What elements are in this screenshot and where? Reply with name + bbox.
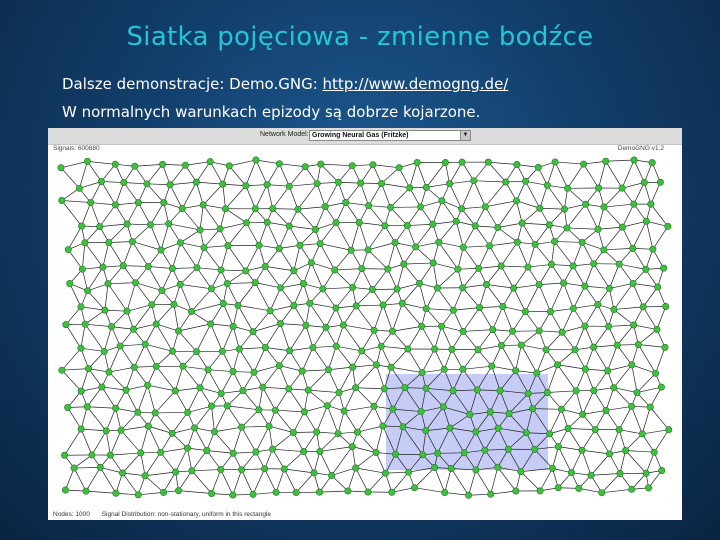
signal-region <box>386 374 548 470</box>
status-bar: Nodes: 1000 Signal Distribution: non-sta… <box>53 511 281 518</box>
network-canvas[interactable] <box>48 128 682 520</box>
slide-title: Siatka pojęciowa - zmienne bodźce <box>126 22 594 52</box>
nodes-count: Nodes: 1000 <box>53 511 90 518</box>
bullet-demo-link-line: Dalsze demonstracje: Demo.GNG: http://ww… <box>62 70 508 98</box>
demogng-applet: Network Model: Growing Neural Gas (Fritz… <box>48 128 682 520</box>
bullet-episodes: W normalnych warunkach epizody są dobrze… <box>62 103 481 121</box>
demogng-link[interactable]: http://www.demogng.de/ <box>323 75 509 93</box>
network-model-select[interactable]: Growing Neural Gas (Fritzke) ▼ <box>309 130 471 141</box>
applet-toolbar: Network Model: Growing Neural Gas (Fritz… <box>48 128 682 145</box>
signals-counter: Signals: 600880 <box>53 145 100 152</box>
signal-distribution: Signal Distribution: non-stationary, uni… <box>101 511 272 518</box>
chevron-down-icon[interactable]: ▼ <box>460 131 470 140</box>
bullet-list: Dalsze demonstracje: Demo.GNG: http://ww… <box>62 70 508 126</box>
network-edges <box>60 159 670 496</box>
network-model-label: Network Model: <box>260 131 309 138</box>
version-label: DemoGNG v1.2 <box>617 145 664 152</box>
network-model-value: Growing Neural Gas (Fritzke) <box>312 132 409 139</box>
bullet-demo-prefix: Dalsze demonstracje: Demo.GNG: <box>62 75 318 93</box>
